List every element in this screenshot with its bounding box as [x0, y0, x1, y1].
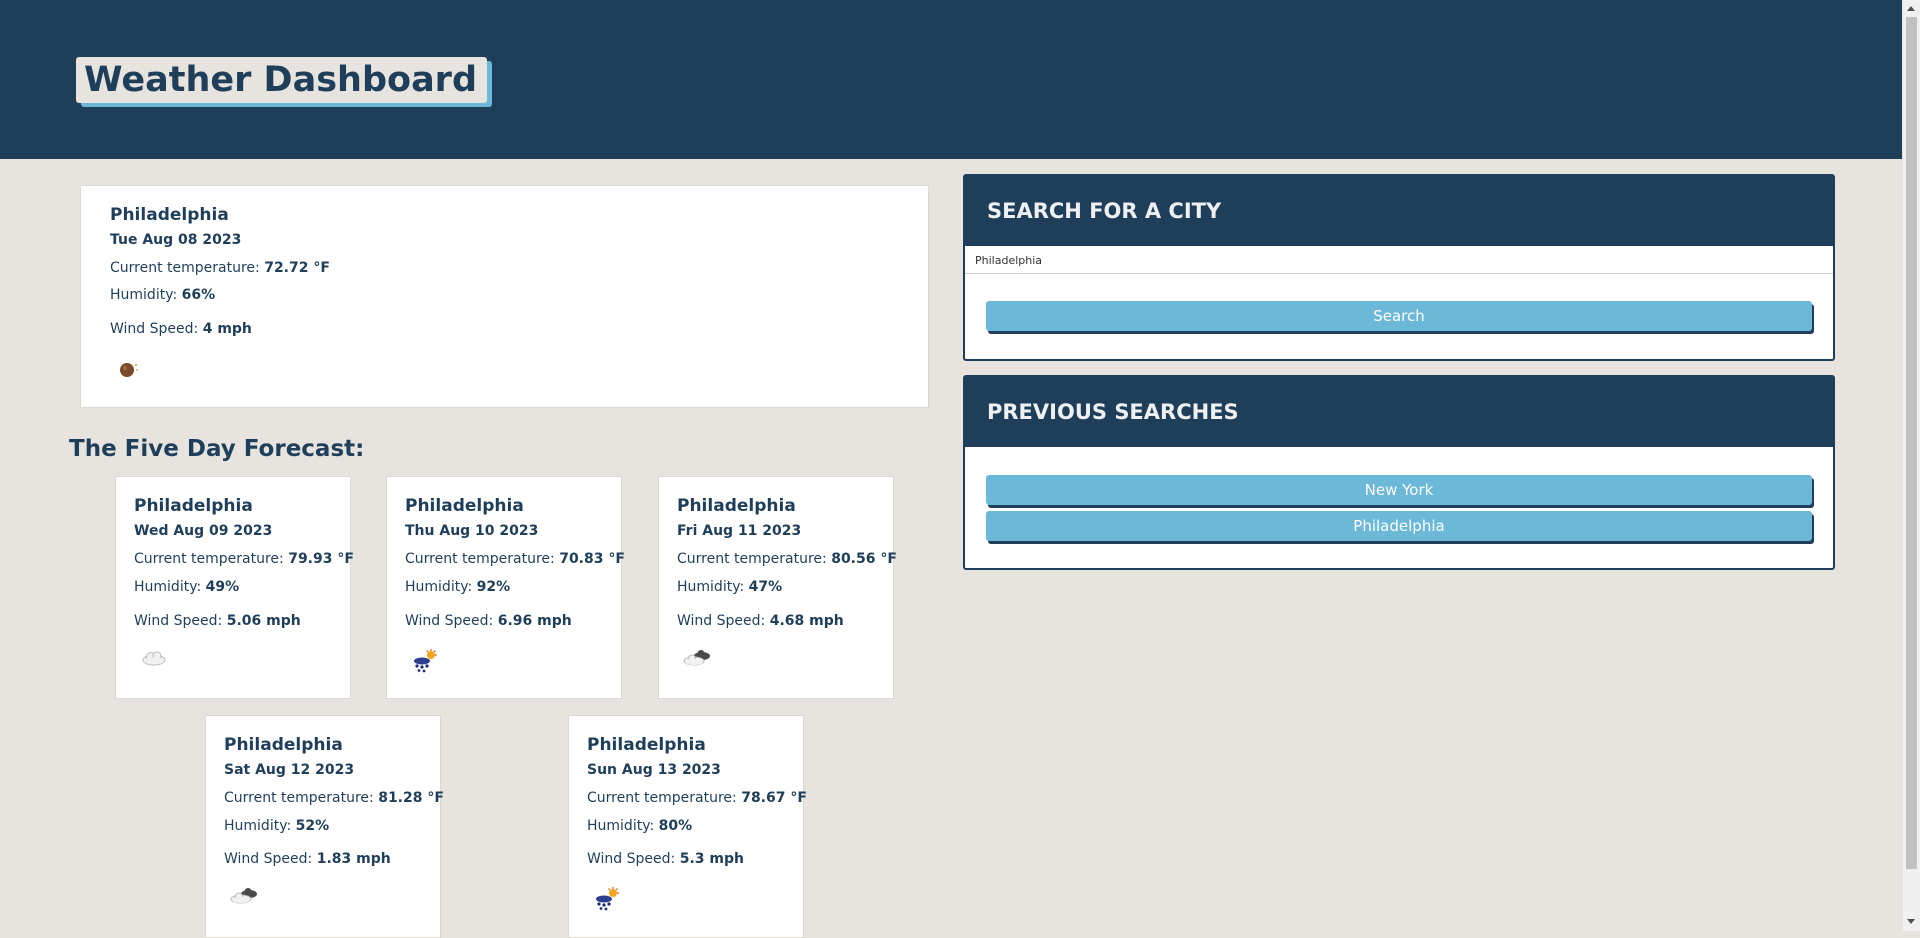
forecast-card: Philadelphia Thu Aug 10 2023 Current tem… — [386, 476, 625, 699]
scroll-down-arrow-icon[interactable] — [1907, 919, 1915, 924]
previous-searches-panel: PREVIOUS SEARCHES New York Philadelphia — [963, 375, 1835, 570]
search-button[interactable]: Search — [986, 301, 1812, 331]
forecast-card: Philadelphia Wed Aug 09 2023 Current tem… — [115, 476, 354, 699]
forecast-card: Philadelphia Fri Aug 11 2023 Current tem… — [658, 476, 897, 699]
search-panel: SEARCH FOR A CITY Search — [963, 174, 1835, 361]
forecast-wind-speed: Wind Speed: 4.68 mph — [677, 613, 844, 629]
forecast-city: Philadelphia — [405, 496, 524, 516]
forecast-humidity: Humidity: 49% — [134, 579, 240, 595]
forecast-temperature: Current temperature: 70.83 °F — [405, 551, 625, 567]
forecast-heading: The Five Day Forecast: — [69, 436, 365, 462]
previous-search-button[interactable]: Philadelphia — [986, 511, 1812, 541]
forecast-card: Philadelphia Sat Aug 12 2023 Current tem… — [205, 715, 444, 938]
forecast-humidity: Humidity: 52% — [224, 818, 330, 834]
rain-sun-icon — [593, 887, 621, 915]
forecast-city: Philadelphia — [134, 496, 253, 516]
page-header: Weather Dashboard — [0, 0, 1902, 159]
broken-clouds-icon — [681, 648, 713, 672]
forecast-temperature: Current temperature: 80.56 °F — [677, 551, 897, 567]
page-title: Weather Dashboard — [76, 57, 487, 103]
current-wind-speed: Wind Speed: 4 mph — [110, 321, 252, 337]
cloud-icon — [140, 649, 168, 671]
current-humidity: Humidity: 66% — [110, 287, 216, 303]
current-temperature: Current temperature: 72.72 °F — [110, 260, 330, 276]
forecast-date: Fri Aug 11 2023 — [677, 523, 802, 539]
forecast-city: Philadelphia — [224, 735, 343, 755]
forecast-date: Sun Aug 13 2023 — [587, 762, 721, 778]
forecast-wind-speed: Wind Speed: 6.96 mph — [405, 613, 572, 629]
forecast-wind-speed: Wind Speed: 5.06 mph — [134, 613, 301, 629]
forecast-humidity: Humidity: 92% — [405, 579, 511, 595]
forecast-card: Philadelphia Sun Aug 13 2023 Current tem… — [568, 715, 807, 938]
city-search-input[interactable] — [965, 247, 1833, 274]
moon-icon — [118, 359, 142, 383]
previous-search-button[interactable]: New York — [986, 475, 1812, 505]
page-scrollbar[interactable] — [1903, 0, 1920, 931]
scroll-up-arrow-icon[interactable] — [1907, 6, 1915, 11]
forecast-date: Sat Aug 12 2023 — [224, 762, 355, 778]
current-city: Philadelphia — [110, 205, 229, 225]
forecast-humidity: Humidity: 47% — [677, 579, 783, 595]
search-panel-heading: SEARCH FOR A CITY — [965, 176, 1833, 246]
forecast-temperature: Current temperature: 81.28 °F — [224, 790, 444, 806]
forecast-date: Wed Aug 09 2023 — [134, 523, 273, 539]
forecast-humidity: Humidity: 80% — [587, 818, 693, 834]
rain-sun-icon — [411, 649, 439, 677]
broken-clouds-icon — [228, 886, 260, 910]
current-weather-card: Philadelphia Tue Aug 08 2023 Current tem… — [80, 185, 929, 408]
forecast-city: Philadelphia — [587, 735, 706, 755]
forecast-wind-speed: Wind Speed: 1.83 mph — [224, 851, 391, 867]
forecast-city: Philadelphia — [677, 496, 796, 516]
forecast-wind-speed: Wind Speed: 5.3 mph — [587, 851, 744, 867]
forecast-temperature: Current temperature: 79.93 °F — [134, 551, 354, 567]
previous-searches-heading: PREVIOUS SEARCHES — [965, 377, 1833, 447]
current-date: Tue Aug 08 2023 — [110, 232, 242, 248]
scrollbar-thumb[interactable] — [1906, 17, 1917, 869]
forecast-date: Thu Aug 10 2023 — [405, 523, 539, 539]
forecast-temperature: Current temperature: 78.67 °F — [587, 790, 807, 806]
